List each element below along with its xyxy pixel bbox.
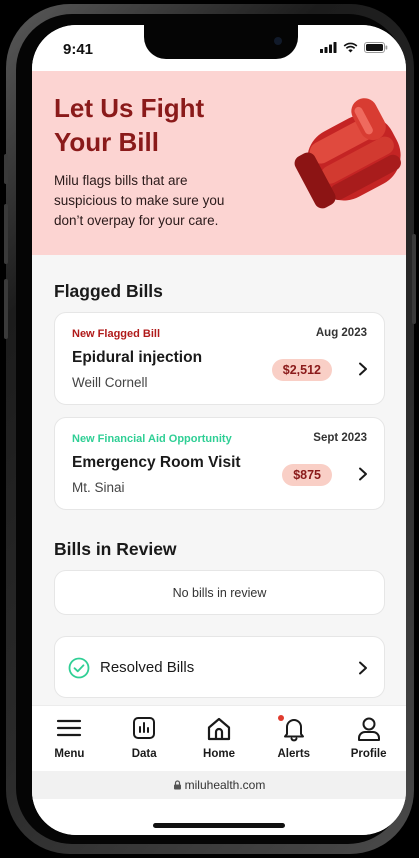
bill-card[interactable]: New Flagged Bill Aug 2023 Epidural injec… bbox=[54, 312, 385, 405]
tab-alerts[interactable]: Alerts bbox=[256, 706, 331, 771]
bill-amount-badge: $875 bbox=[282, 464, 332, 486]
bill-amount-badge: $2,512 bbox=[271, 359, 332, 381]
bottom-tab-bar: Menu Data Home Alerts Profile bbox=[32, 705, 406, 771]
tab-menu[interactable]: Menu bbox=[32, 706, 107, 771]
bill-tag: New Flagged Bill bbox=[72, 328, 161, 340]
bill-date: Sept 2023 bbox=[313, 432, 367, 444]
url-text: miluhealth.com bbox=[184, 778, 266, 792]
user-icon bbox=[357, 717, 380, 741]
bill-tag: New Financial Aid Opportunity bbox=[72, 433, 232, 445]
chevron-right-icon[interactable] bbox=[358, 661, 368, 675]
tab-profile[interactable]: Profile bbox=[331, 706, 406, 771]
status-icons bbox=[320, 42, 388, 53]
power-button bbox=[412, 234, 416, 324]
bill-title: Emergency Room Visit bbox=[72, 454, 241, 471]
status-bar: 9:41 bbox=[32, 25, 406, 71]
tab-data[interactable]: Data bbox=[107, 706, 182, 771]
hero-banner: Let Us Fight Your Bill Milu flags bills … bbox=[32, 71, 406, 255]
resolved-bills-label: Resolved Bills bbox=[100, 659, 195, 676]
side-button bbox=[4, 154, 8, 184]
resolved-bills-row[interactable]: Resolved Bills bbox=[54, 636, 385, 698]
status-time: 9:41 bbox=[63, 41, 94, 58]
tab-label: Profile bbox=[350, 748, 387, 760]
volume-button bbox=[4, 204, 8, 264]
home-indicator[interactable] bbox=[153, 823, 285, 828]
bill-card[interactable]: New Financial Aid Opportunity Sept 2023 … bbox=[54, 417, 385, 510]
notch bbox=[144, 25, 298, 59]
flagged-bills-heading: Flagged Bills bbox=[54, 281, 163, 301]
chart-icon bbox=[133, 717, 156, 739]
tab-label: Data bbox=[131, 748, 157, 760]
tab-home[interactable]: Home bbox=[182, 706, 257, 771]
wifi-icon bbox=[343, 42, 358, 53]
bill-title: Epidural injection bbox=[72, 349, 203, 366]
tab-label: Home bbox=[203, 748, 235, 760]
bell-icon bbox=[283, 719, 304, 742]
bill-date: Aug 2023 bbox=[315, 327, 367, 339]
signal-icon bbox=[320, 42, 337, 53]
screen: 9:41 Let Us Fight Your Bill Milu flags b… bbox=[32, 25, 406, 835]
bills-in-review-heading: Bills in Review bbox=[54, 539, 177, 559]
bill-provider: Mt. Sinai bbox=[72, 480, 125, 495]
tab-label: Menu bbox=[54, 748, 85, 760]
menu-icon bbox=[57, 719, 82, 737]
chevron-right-icon[interactable] bbox=[358, 362, 368, 376]
boxing-glove-icon bbox=[294, 98, 401, 209]
empty-state-text: No bills in review bbox=[172, 586, 267, 600]
volume-button bbox=[4, 279, 8, 339]
chevron-right-icon[interactable] bbox=[358, 467, 368, 481]
tab-label: Alerts bbox=[277, 748, 311, 760]
camera-icon bbox=[274, 37, 282, 45]
home-indicator-area bbox=[32, 799, 406, 835]
battery-icon bbox=[364, 42, 388, 53]
check-circle-icon bbox=[68, 657, 90, 679]
bills-in-review-empty: No bills in review bbox=[54, 570, 385, 615]
home-icon bbox=[207, 717, 231, 741]
lock-icon bbox=[173, 780, 181, 790]
hero-title: Let Us Fight Your Bill bbox=[54, 93, 205, 157]
bill-provider: Weill Cornell bbox=[72, 375, 148, 390]
main-content: Flagged Bills New Flagged Bill Aug 2023 … bbox=[32, 255, 406, 705]
hero-description: Milu flags bills that are suspicious to … bbox=[54, 173, 225, 228]
browser-url-bar[interactable]: miluhealth.com bbox=[32, 771, 406, 799]
